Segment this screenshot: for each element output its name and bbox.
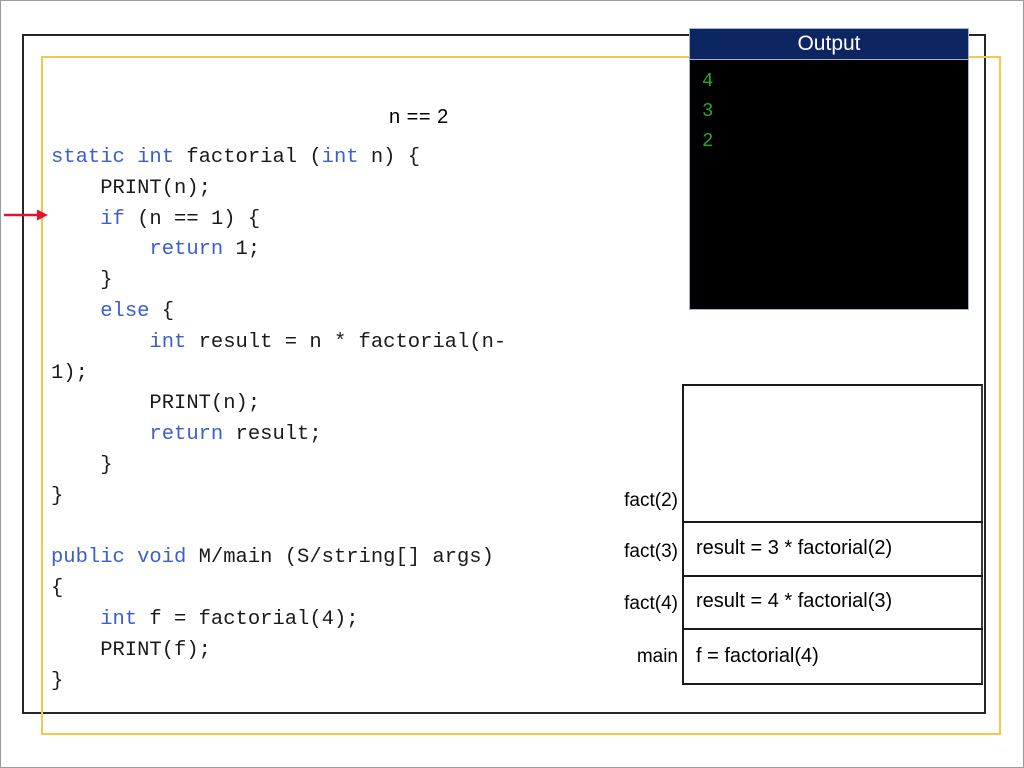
code-text: }: [51, 453, 113, 477]
code-keyword: int: [100, 607, 138, 631]
code-line: int result = n * factorial(n-: [51, 328, 661, 359]
code-text: M/main (S/string[] args): [186, 546, 494, 570]
stack-frame-label: fact(3): [624, 541, 678, 562]
execution-pointer-arrow: [4, 209, 48, 221]
code-text: }: [51, 484, 64, 508]
stack-frame-label: fact(4): [624, 593, 678, 614]
stack-frame-body: result = 4 * factorial(3): [696, 590, 893, 612]
code-text: 1);: [51, 361, 88, 385]
code-text: {: [51, 577, 64, 601]
code-text: result;: [223, 423, 322, 447]
slide-canvas: n == 2 static int factorial (int n) { PR…: [0, 0, 1024, 768]
code-text: PRINT(n);: [51, 176, 211, 200]
output-panel-title: Output: [690, 29, 968, 60]
code-keyword: public void: [51, 546, 187, 570]
code-line: return result;: [51, 420, 661, 451]
code-keyword: static int: [51, 146, 175, 169]
code-line: PRINT(n);: [51, 174, 661, 205]
code-text: {: [149, 299, 175, 323]
code-keyword: return: [149, 238, 224, 262]
code-line: }: [51, 482, 661, 513]
stack-frame-body: f = factorial(4): [696, 645, 819, 667]
code-text: }: [51, 669, 64, 693]
code-line: static int factorial (int n) {: [51, 143, 661, 174]
code-text: 1;: [223, 238, 261, 262]
code-text: PRINT(f);: [51, 638, 211, 662]
code-text: PRINT(n);: [51, 392, 261, 416]
output-line: 3: [702, 100, 714, 122]
code-line: else {: [51, 297, 661, 328]
code-line: int f = factorial(4);: [51, 605, 661, 636]
code-text: n) {: [358, 146, 421, 169]
code-line: }: [51, 451, 661, 482]
code-line: {: [51, 574, 661, 605]
stack-frame-label: main: [636, 646, 678, 667]
stack-frame-label: fact(2): [624, 490, 678, 511]
code-keyword: return: [149, 423, 224, 447]
output-line: 2: [702, 130, 714, 152]
code-line: PRINT(f);: [51, 636, 661, 667]
code-line: if (n == 1) {: [51, 205, 661, 236]
code-line: }: [51, 667, 661, 698]
code-text: (n == 1) {: [124, 207, 261, 231]
code-line: PRINT(n);: [51, 389, 661, 420]
code-keyword: else: [100, 299, 150, 323]
source-code-block: static int factorial (int n) { PRINT(n);…: [51, 143, 661, 697]
code-keyword: int: [321, 146, 359, 169]
output-line: 4: [702, 70, 714, 92]
stack-frame-body: [682, 384, 983, 521]
call-stack-diagram: fact(2) result = 3 * factorial(2) fact(3) r…: [605, 384, 983, 685]
code-text: f = factorial(4);: [137, 607, 359, 631]
code-line: return 1;: [51, 235, 661, 266]
output-console-body: 4 3 2: [690, 60, 968, 309]
code-line: }: [51, 266, 661, 297]
code-keyword: int: [149, 330, 187, 354]
code-line: 1);: [51, 359, 661, 390]
stack-frame-body: result = 3 * factorial(2): [696, 536, 893, 559]
output-console-panel: Output 4 3 2: [689, 28, 969, 310]
code-text: result = n * factorial(n-: [186, 330, 507, 354]
code-line: public void M/main (S/string[] args): [51, 543, 661, 574]
annotation-n-equals: n == 2: [389, 106, 449, 128]
code-text: }: [51, 269, 113, 293]
code-keyword: if: [100, 207, 125, 231]
code-text: factorial (: [174, 146, 322, 169]
